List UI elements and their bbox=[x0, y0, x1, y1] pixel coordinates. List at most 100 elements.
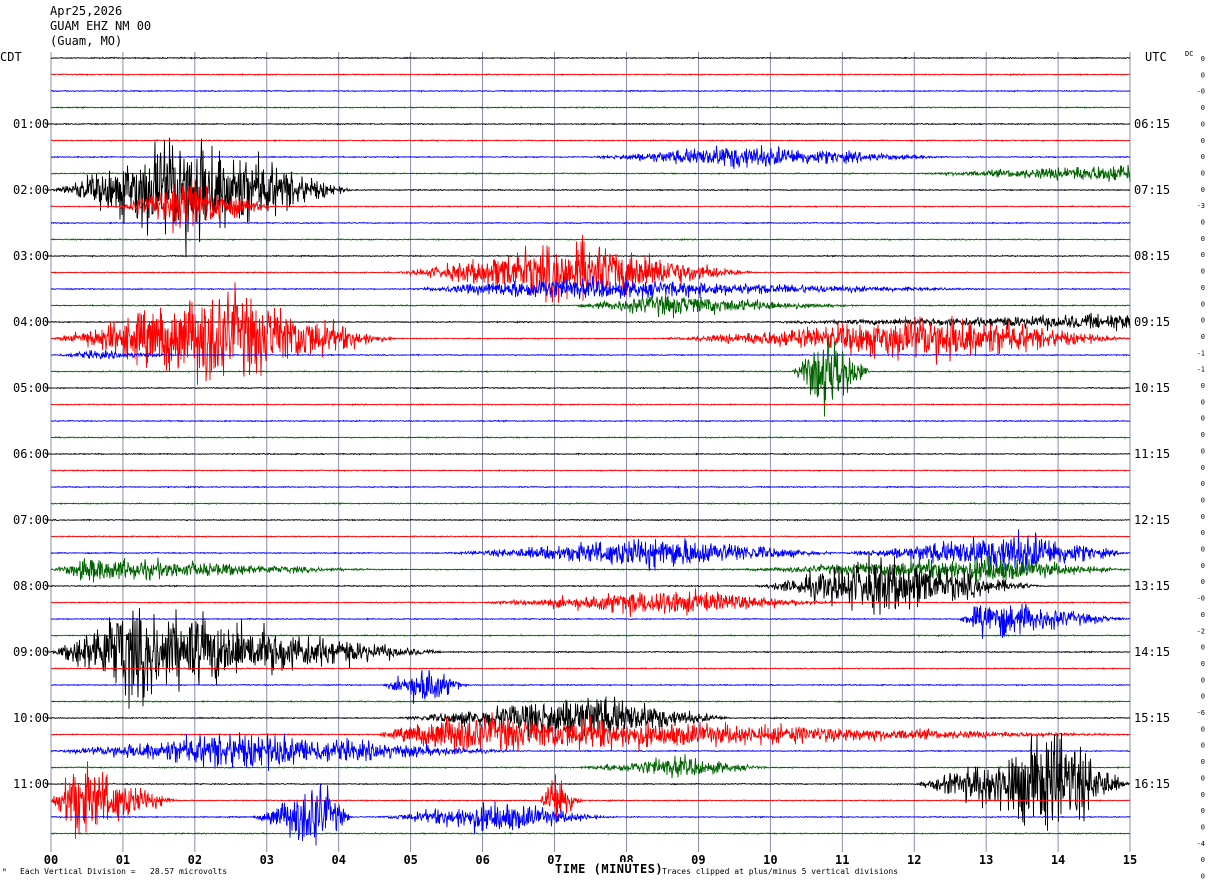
trace-row-0 bbox=[50, 56, 1131, 60]
right-time-label: 10:15 bbox=[1134, 381, 1170, 395]
dc-offset-value: 0 bbox=[1201, 546, 1205, 554]
dc-offset-value: 0 bbox=[1201, 235, 1205, 243]
dc-offset-value: 0 bbox=[1201, 268, 1205, 276]
dc-offset-value: 0 bbox=[1201, 562, 1205, 570]
trace-row-46 bbox=[51, 783, 1131, 846]
x-tick-label: 06 bbox=[475, 853, 489, 867]
trace-row-36 bbox=[50, 607, 1131, 709]
dc-offset-value: -4 bbox=[1197, 840, 1205, 848]
trace-row-6 bbox=[51, 145, 1131, 170]
dc-offset-value: 0 bbox=[1201, 693, 1205, 701]
left-time-label: 07:00 bbox=[13, 513, 49, 527]
dc-offset-value: 0 bbox=[1201, 186, 1205, 194]
right-time-label: 15:15 bbox=[1134, 711, 1170, 725]
left-time-label: 10:00 bbox=[13, 711, 49, 725]
trace-row-18 bbox=[51, 349, 1131, 360]
trace-row-4 bbox=[51, 122, 1130, 126]
dc-offset-value: -6 bbox=[1197, 709, 1205, 717]
trace-row-21 bbox=[50, 402, 1131, 407]
right-time-label: 12:15 bbox=[1134, 513, 1170, 527]
dc-offset-value: 0 bbox=[1201, 333, 1205, 341]
dc-offset-value: 0 bbox=[1201, 856, 1205, 864]
left-time-label: 05:00 bbox=[13, 381, 49, 395]
trace-row-47 bbox=[50, 831, 1131, 836]
dc-offset-value: 0 bbox=[1201, 742, 1205, 750]
left-time-label: 01:00 bbox=[13, 117, 49, 131]
trace-row-20 bbox=[50, 386, 1130, 390]
x-tick-label: 09 bbox=[691, 853, 705, 867]
x-tick-label: 10 bbox=[763, 853, 777, 867]
right-time-label: 11:15 bbox=[1134, 447, 1170, 461]
trace-row-9 bbox=[50, 178, 1131, 234]
dc-offset-value: 0 bbox=[1201, 431, 1205, 439]
dc-offset-value: 0 bbox=[1201, 104, 1205, 112]
x-tick-label: 04 bbox=[332, 853, 346, 867]
dc-offset-value: 0 bbox=[1201, 317, 1205, 325]
x-tick-label: 01 bbox=[116, 853, 130, 867]
trace-row-11 bbox=[50, 238, 1131, 242]
dc-offset-value: 0 bbox=[1201, 71, 1205, 79]
trace-row-12 bbox=[50, 254, 1131, 258]
dc-offset-value: 0 bbox=[1201, 137, 1205, 145]
dc-offset-value: 0 bbox=[1201, 55, 1205, 63]
dc-offset-value: 0 bbox=[1201, 513, 1205, 521]
left-time-label: 09:00 bbox=[13, 645, 49, 659]
trace-row-22 bbox=[50, 419, 1130, 423]
dc-offset-value: 0 bbox=[1201, 676, 1205, 684]
trace-row-28 bbox=[50, 518, 1131, 522]
dc-offset-value: -1 bbox=[1197, 349, 1205, 357]
trace-row-26 bbox=[50, 485, 1130, 489]
trace-row-2 bbox=[50, 89, 1131, 93]
trace-row-35 bbox=[50, 634, 1131, 638]
x-tick-label: 12 bbox=[907, 853, 921, 867]
trace-row-38 bbox=[50, 669, 1131, 704]
trace-row-5 bbox=[50, 138, 1131, 143]
trace-row-17 bbox=[50, 282, 1131, 385]
trace-row-10 bbox=[50, 221, 1131, 225]
left-time-label: 11:00 bbox=[13, 777, 49, 791]
right-time-label: 07:15 bbox=[1134, 183, 1170, 197]
dc-offset-value: 0 bbox=[1201, 529, 1205, 537]
x-tick-label: 05 bbox=[403, 853, 417, 867]
dc-offset-value: 0 bbox=[1201, 644, 1205, 652]
dc-offset-value: 0 bbox=[1201, 758, 1205, 766]
dc-offset-value: 0 bbox=[1201, 447, 1205, 455]
dc-offset-value: 0 bbox=[1201, 415, 1205, 423]
right-time-label: 08:15 bbox=[1134, 249, 1170, 263]
dc-offset-value: 0 bbox=[1201, 219, 1205, 227]
dc-offset-value: 0 bbox=[1201, 398, 1205, 406]
dc-offset-value: 0 bbox=[1201, 873, 1205, 881]
dc-offset-value: 0 bbox=[1201, 611, 1205, 619]
clip-note: Traces clipped at plus/minus 5 vertical … bbox=[662, 867, 899, 876]
left-time-label: 02:00 bbox=[13, 183, 49, 197]
trace-row-3 bbox=[50, 105, 1131, 110]
corner-mark: ᴹ bbox=[2, 867, 7, 876]
dc-offset-value: 0 bbox=[1201, 169, 1205, 177]
x-tick-label: 13 bbox=[979, 853, 993, 867]
dc-offset-value: 0 bbox=[1201, 300, 1205, 308]
trace-row-1 bbox=[50, 73, 1131, 77]
right-time-label: 16:15 bbox=[1134, 777, 1170, 791]
trace-row-27 bbox=[51, 501, 1131, 506]
dc-offset-value: 0 bbox=[1201, 774, 1205, 782]
dc-offset-value: 0 bbox=[1201, 382, 1205, 390]
dc-offset-value: -0 bbox=[1197, 88, 1205, 96]
right-time-label: 06:15 bbox=[1134, 117, 1170, 131]
dc-offset-value: 0 bbox=[1201, 660, 1205, 668]
dc-offset-value: 0 bbox=[1201, 464, 1205, 472]
dc-offset-value: 0 bbox=[1201, 251, 1205, 259]
dc-offset-value: 0 bbox=[1201, 496, 1205, 504]
dc-offset-value: 0 bbox=[1201, 807, 1205, 815]
trace-row-23 bbox=[50, 435, 1130, 440]
right-time-label: 13:15 bbox=[1134, 579, 1170, 593]
dc-offset-value: 0 bbox=[1201, 480, 1205, 488]
x-tick-label: 14 bbox=[1051, 853, 1065, 867]
left-time-label: 06:00 bbox=[13, 447, 49, 461]
dc-offset-value: -0 bbox=[1197, 595, 1205, 603]
dc-offset-value: -2 bbox=[1197, 627, 1205, 635]
trace-row-7 bbox=[50, 164, 1131, 183]
trace-row-13 bbox=[50, 234, 1131, 303]
dc-offset-value: -3 bbox=[1197, 202, 1205, 210]
dc-offset-value: 0 bbox=[1201, 791, 1205, 799]
dc-offset-value: 0 bbox=[1201, 153, 1205, 161]
